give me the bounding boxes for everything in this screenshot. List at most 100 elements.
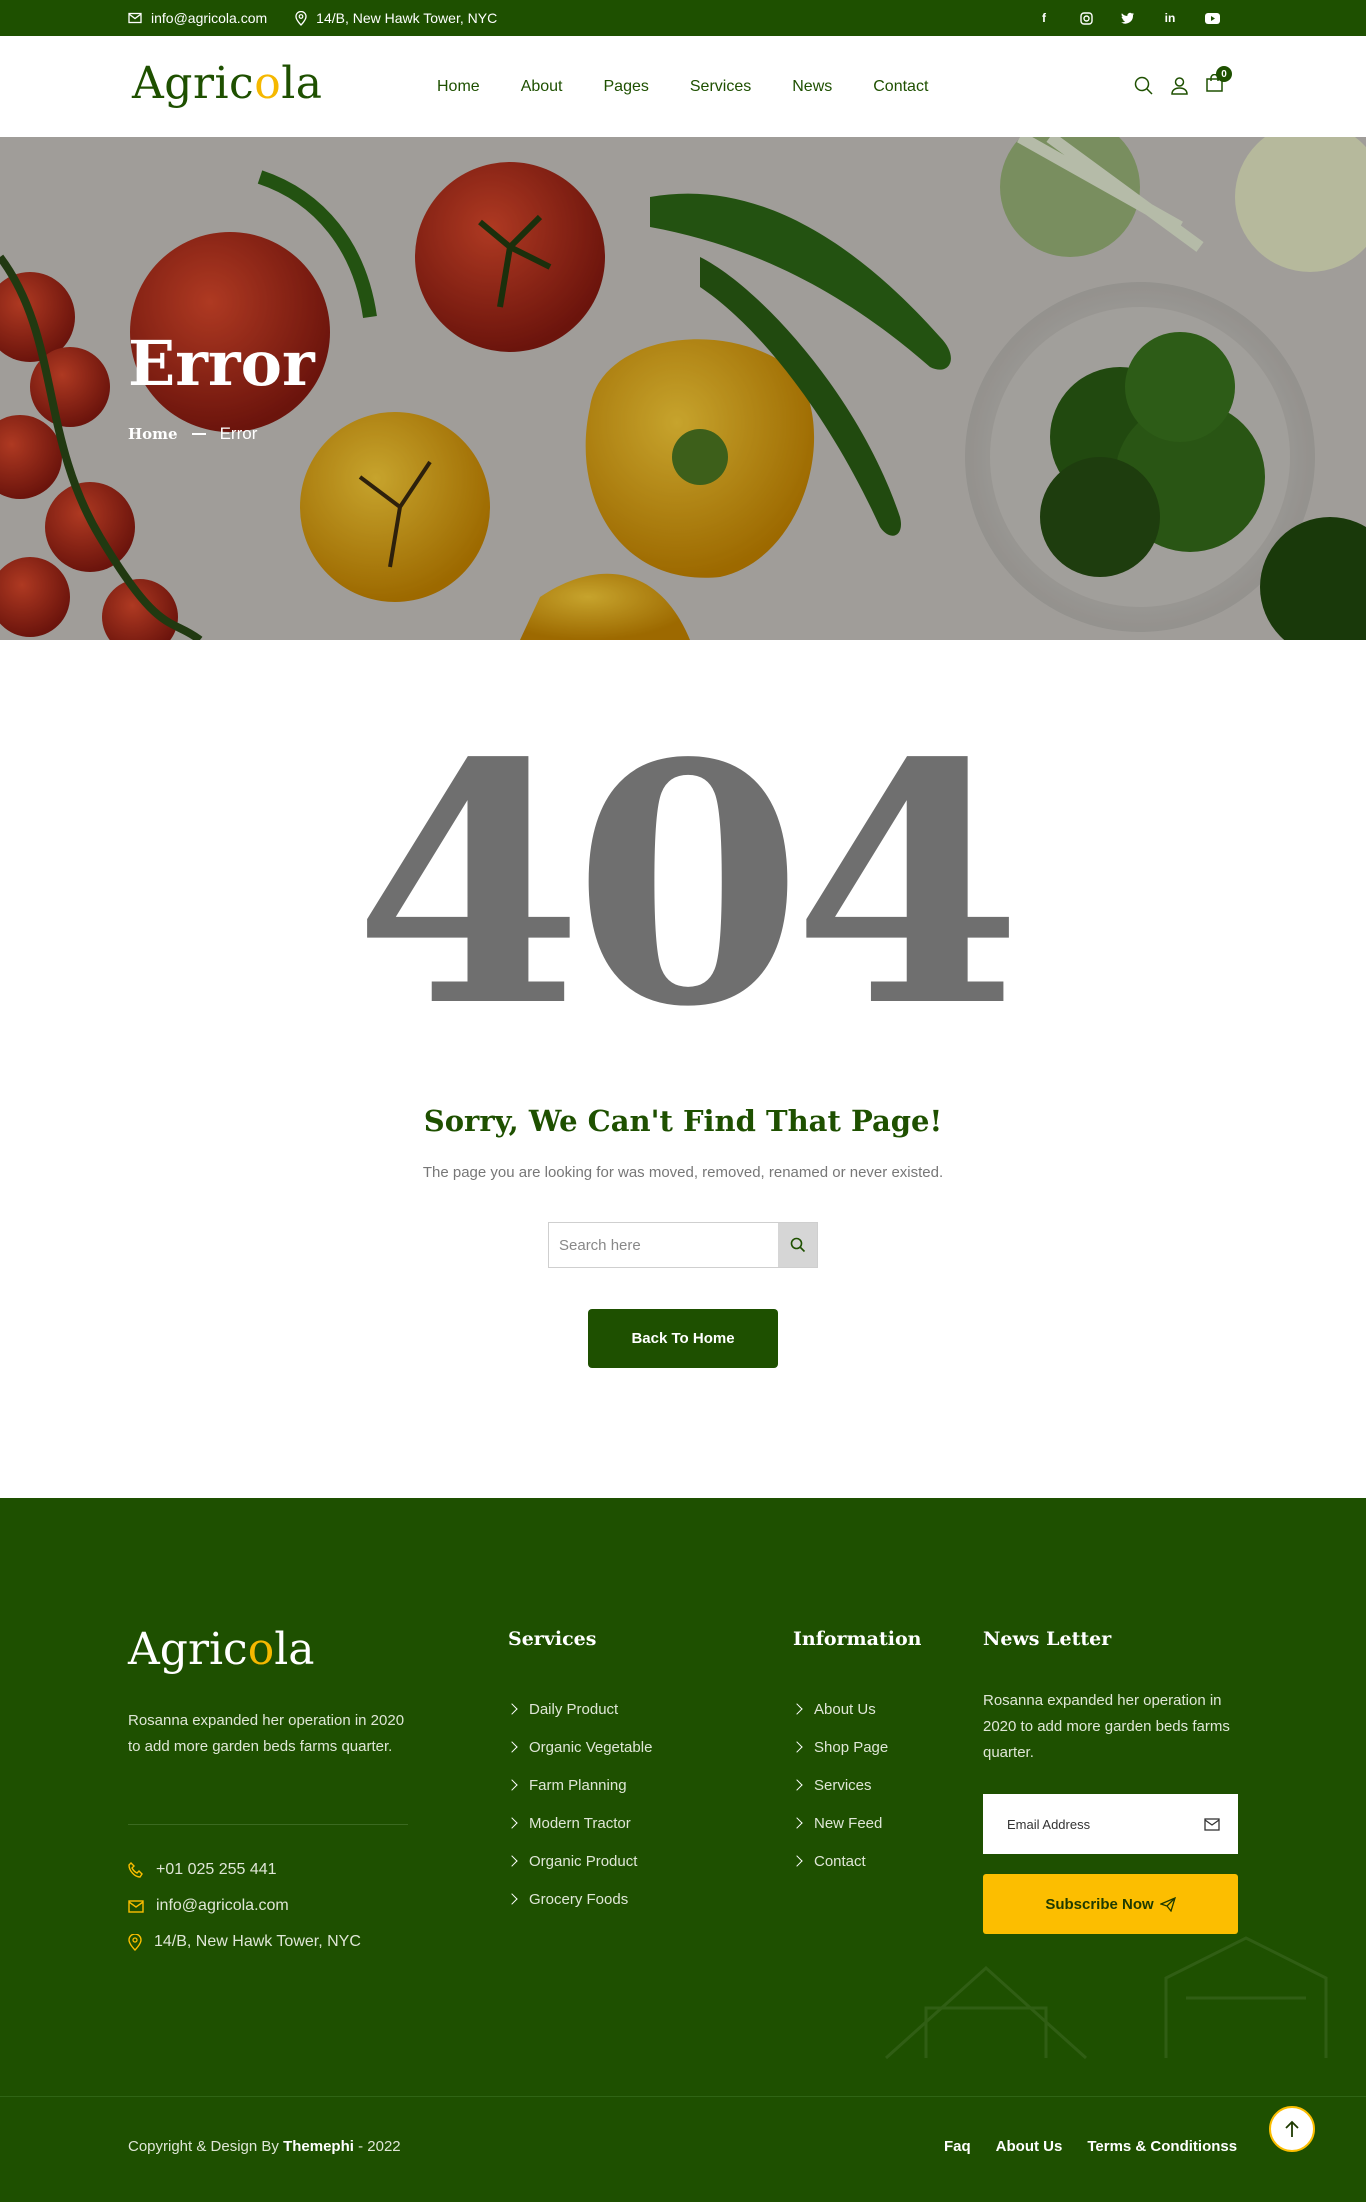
- nav-contact[interactable]: Contact: [873, 78, 928, 96]
- footer-about: Rosanna expanded her operation in 2020 t…: [128, 1712, 405, 1755]
- info-link[interactable]: Shop Page: [791, 1728, 889, 1766]
- info-link[interactable]: Contact: [791, 1842, 888, 1880]
- page-title: Error: [128, 327, 315, 400]
- youtube-icon[interactable]: [1204, 10, 1220, 26]
- subscribe-label: Subscribe Now: [1045, 1895, 1154, 1913]
- footer-bottom-links: Faq About Us Terms & Conditionss: [944, 2138, 1237, 2155]
- subscribe-button[interactable]: Subscribe Now: [983, 1874, 1238, 1934]
- newsletter-description: Rosanna expanded her operation in 2020 t…: [983, 1692, 1230, 1761]
- footer-link-faq[interactable]: Faq: [944, 2138, 971, 2155]
- breadcrumb-current: Error: [219, 424, 258, 443]
- chevron-right-icon: [506, 1855, 518, 1867]
- twitter-icon[interactable]: [1120, 10, 1136, 26]
- nav-pages[interactable]: Pages: [604, 78, 649, 96]
- nav-about[interactable]: About: [521, 78, 563, 96]
- instagram-icon[interactable]: [1078, 10, 1094, 26]
- mail-icon: [128, 12, 142, 24]
- cart-count-badge: 0: [1216, 66, 1232, 82]
- services-link[interactable]: Modern Tractor: [506, 1804, 652, 1842]
- back-to-home-button[interactable]: Back To Home: [588, 1309, 778, 1368]
- breadcrumb-separator: [191, 433, 206, 435]
- services-link[interactable]: Organic Product: [506, 1842, 652, 1880]
- information-title: Information: [793, 1628, 922, 1650]
- services-link-label: Modern Tractor: [529, 1814, 631, 1832]
- nav-news[interactable]: News: [792, 78, 832, 96]
- copyright-pre: Copyright & Design By: [128, 2138, 279, 2155]
- newsletter-title: News Letter: [983, 1628, 1112, 1650]
- nav-home[interactable]: Home: [437, 78, 480, 96]
- footer-logo[interactable]: Agricola: [128, 1624, 315, 1675]
- copyright: Copyright & Design By Themephi - 2022: [128, 2138, 401, 2155]
- search-button[interactable]: [778, 1223, 817, 1267]
- chevron-right-icon: [791, 1703, 803, 1715]
- services-link-label: Organic Vegetable: [529, 1738, 653, 1756]
- nav-services[interactable]: Services: [690, 78, 751, 96]
- newsletter-email-field[interactable]: Email Address: [983, 1794, 1238, 1854]
- info-link-label: Shop Page: [814, 1738, 889, 1756]
- top-contact: info@agricola.com 14/B, New Hawk Tower, …: [128, 0, 497, 36]
- chevron-right-icon: [506, 1817, 518, 1829]
- footer-logo-pre: Agric: [128, 1624, 248, 1675]
- services-link-label: Grocery Foods: [529, 1890, 629, 1908]
- map-pin-icon: [295, 10, 307, 26]
- top-address-text: 14/B, New Hawk Tower, NYC: [316, 10, 498, 26]
- user-icon[interactable]: [1171, 76, 1188, 95]
- social-links: f in: [1036, 0, 1220, 36]
- services-link[interactable]: Daily Product: [506, 1690, 652, 1728]
- mail-icon: [1204, 1817, 1220, 1831]
- logo[interactable]: Agricola: [132, 58, 323, 109]
- logo-text-pre: Agric: [132, 58, 255, 109]
- map-pin-icon: [128, 1933, 142, 1951]
- footer-link-about[interactable]: About Us: [996, 2138, 1063, 2155]
- info-link-label: About Us: [814, 1700, 876, 1718]
- info-link-label: Services: [814, 1776, 872, 1794]
- top-bar: info@agricola.com 14/B, New Hawk Tower, …: [0, 0, 1366, 36]
- copyright-brand[interactable]: Themephi: [283, 2138, 354, 2155]
- footer-email[interactable]: info@agricola.com: [128, 1888, 361, 1924]
- top-address: 14/B, New Hawk Tower, NYC: [295, 10, 497, 26]
- linkedin-icon[interactable]: in: [1162, 10, 1178, 26]
- services-link[interactable]: Farm Planning: [506, 1766, 652, 1804]
- scroll-to-top-button[interactable]: [1269, 2106, 1315, 2152]
- chevron-right-icon: [791, 1741, 803, 1753]
- info-link-label: New Feed: [814, 1814, 883, 1832]
- logo-text-post: la: [281, 58, 323, 109]
- chevron-right-icon: [791, 1779, 803, 1791]
- info-link[interactable]: About Us: [791, 1690, 888, 1728]
- breadcrumb-home[interactable]: Home: [128, 425, 178, 443]
- services-title: Services: [508, 1628, 597, 1650]
- mail-icon: [128, 1899, 144, 1913]
- info-link[interactable]: Services: [791, 1766, 888, 1804]
- info-link-label: Contact: [814, 1852, 866, 1870]
- footer-address: 14/B, New Hawk Tower, NYC: [128, 1924, 361, 1960]
- copyright-post: - 2022: [358, 2138, 401, 2155]
- footer-contact: +01 025 255 441 info@agricola.com 14/B, …: [128, 1852, 361, 1960]
- services-link[interactable]: Grocery Foods: [506, 1880, 652, 1918]
- footer-phone[interactable]: +01 025 255 441: [128, 1852, 361, 1888]
- footer-address-text: 14/B, New Hawk Tower, NYC: [154, 1933, 361, 1950]
- footer-link-terms[interactable]: Terms & Conditionss: [1087, 2138, 1237, 2155]
- search-input[interactable]: [549, 1223, 778, 1267]
- chevron-right-icon: [506, 1893, 518, 1905]
- services-link[interactable]: Organic Vegetable: [506, 1728, 653, 1766]
- site-footer: Agricola Rosanna expanded her operation …: [0, 1498, 1366, 2202]
- info-link[interactable]: New Feed: [791, 1804, 888, 1842]
- page-banner: Error Home Error: [0, 137, 1366, 640]
- cart-button[interactable]: 0: [1206, 66, 1232, 97]
- error-description: The page you are looking for was moved, …: [422, 1164, 944, 1181]
- services-link-label: Organic Product: [529, 1852, 638, 1870]
- footer-logo-o: o: [247, 1624, 275, 1675]
- error-heading: Sorry, We Can't Find That Page!: [423, 1104, 943, 1138]
- footer-email-text: info@agricola.com: [156, 1897, 289, 1914]
- newsletter-email-placeholder: Email Address: [1007, 1816, 1091, 1832]
- facebook-icon[interactable]: f: [1036, 10, 1052, 26]
- site-header: Agricola Home About Pages Services News …: [0, 36, 1366, 137]
- error-code: 404: [353, 691, 1023, 1079]
- services-link-label: Daily Product: [529, 1700, 619, 1718]
- chevron-right-icon: [791, 1817, 803, 1829]
- footer-bottom-divider: [0, 2096, 1366, 2097]
- top-email[interactable]: info@agricola.com: [128, 10, 267, 26]
- search-icon[interactable]: [1134, 76, 1153, 95]
- footer-logo-post: la: [274, 1624, 315, 1675]
- information-list: About Us Shop Page Services New Feed Con…: [791, 1690, 889, 1880]
